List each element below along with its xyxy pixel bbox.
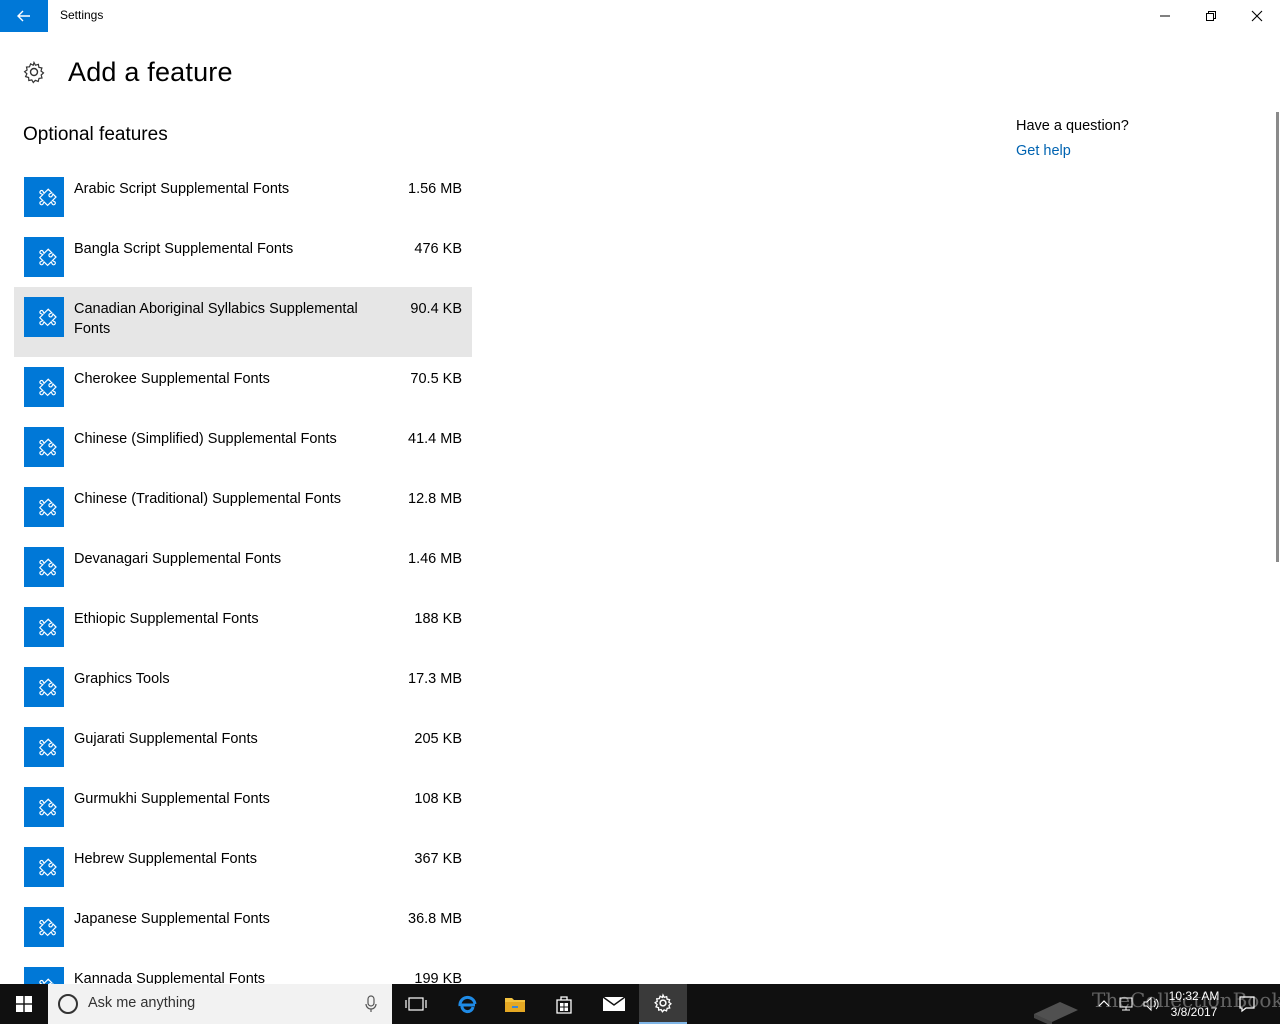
feature-name: Japanese Supplemental Fonts	[74, 911, 270, 927]
puzzle-icon	[24, 237, 64, 277]
gear-icon	[654, 993, 672, 1013]
feature-size: 367 KB	[414, 851, 462, 867]
feature-name: Chinese (Traditional) Supplemental Fonts	[74, 491, 342, 507]
puzzle-icon	[24, 847, 64, 887]
get-help-link[interactable]: Get help	[1016, 143, 1129, 159]
settings-taskbar-button[interactable]	[639, 984, 687, 1024]
list-item[interactable]: Chinese (Traditional) Supplemental Fonts…	[14, 477, 472, 537]
list-item[interactable]: Graphics Tools 17.3 MB	[14, 657, 472, 717]
feature-size: 108 KB	[414, 791, 462, 807]
taskbar: Ask me anything TheCollectionBook 10:32 …	[0, 984, 1280, 1024]
list-item[interactable]: Gujarati Supplemental Fonts 205 KB	[14, 717, 472, 777]
help-panel: Have a question? Get help	[1016, 118, 1129, 159]
feature-size: 205 KB	[414, 731, 462, 747]
minimize-button[interactable]	[1142, 0, 1188, 32]
edge-button[interactable]	[443, 984, 491, 1024]
search-placeholder: Ask me anything	[88, 995, 196, 1011]
feature-size: 17.3 MB	[408, 671, 462, 687]
clock-date: 3/8/2017	[1170, 1005, 1218, 1019]
feature-name: Chinese (Simplified) Supplemental Fonts	[74, 431, 337, 447]
feature-list: Arabic Script Supplemental Fonts 1.56 MB…	[14, 167, 472, 1017]
puzzle-icon	[24, 667, 64, 707]
puzzle-icon	[24, 367, 64, 407]
close-button[interactable]	[1234, 0, 1280, 32]
minimize-icon	[1160, 15, 1170, 17]
clock-time: 10:32 AM	[1168, 989, 1220, 1003]
book-logo-icon	[1034, 1002, 1078, 1024]
feature-name: Gujarati Supplemental Fonts	[74, 731, 258, 747]
puzzle-icon	[24, 547, 64, 587]
window-title: Settings	[60, 8, 104, 22]
help-question: Have a question?	[1016, 118, 1129, 134]
windows-logo-icon	[16, 996, 32, 1012]
feature-size: 41.4 MB	[408, 431, 462, 447]
title-bar: Settings	[0, 0, 1280, 32]
feature-name: Graphics Tools	[74, 671, 170, 687]
feature-name: Hebrew Supplemental Fonts	[74, 851, 257, 867]
mail-icon	[602, 996, 626, 1011]
puzzle-icon	[24, 487, 64, 527]
feature-name: Arabic Script Supplemental Fonts	[74, 181, 290, 197]
feature-name: Ethiopic Supplemental Fonts	[74, 611, 259, 627]
list-item[interactable]: Cherokee Supplemental Fonts 70.5 KB	[14, 357, 472, 417]
page-title: Add a feature	[68, 56, 233, 87]
feature-size: 90.4 KB	[410, 301, 462, 317]
section-title: Optional features	[23, 124, 168, 145]
start-button[interactable]	[0, 984, 48, 1024]
task-view-icon	[405, 997, 427, 1011]
chevron-up-icon[interactable]	[1098, 998, 1110, 1008]
feature-name: Cherokee Supplemental Fonts	[74, 371, 270, 387]
microphone-icon[interactable]	[364, 994, 378, 1014]
feature-size: 70.5 KB	[410, 371, 462, 387]
puzzle-icon	[24, 177, 64, 217]
store-button[interactable]	[540, 984, 588, 1024]
notification-icon[interactable]	[1238, 995, 1256, 1013]
restore-button[interactable]	[1188, 0, 1234, 32]
store-bag-icon	[556, 996, 572, 1014]
restore-icon	[1206, 11, 1216, 21]
cortana-icon	[58, 994, 78, 1014]
puzzle-icon	[24, 427, 64, 467]
puzzle-icon	[24, 607, 64, 647]
puzzle-icon	[24, 787, 64, 827]
gear-icon	[23, 60, 45, 84]
edge-icon	[458, 995, 477, 1014]
folder-icon	[505, 998, 525, 1012]
list-item[interactable]: Bangla Script Supplemental Fonts 476 KB	[14, 227, 472, 287]
clock[interactable]: 10:32 AM 3/8/2017	[1164, 988, 1224, 1020]
list-item[interactable]: Arabic Script Supplemental Fonts 1.56 MB	[14, 167, 472, 227]
list-item-selected[interactable]: Canadian Aboriginal Syllabics Supplement…	[14, 287, 472, 357]
close-icon	[1251, 10, 1263, 22]
network-icon[interactable]	[1118, 996, 1134, 1012]
puzzle-icon	[24, 727, 64, 767]
list-item[interactable]: Gurmukhi Supplemental Fonts 108 KB	[14, 777, 472, 837]
feature-size: 1.56 MB	[408, 181, 462, 197]
back-arrow-icon	[17, 10, 30, 22]
feature-name: Canadian Aboriginal Syllabics Supplement…	[74, 301, 358, 337]
list-item[interactable]: Chinese (Simplified) Supplemental Fonts …	[14, 417, 472, 477]
feature-size: 12.8 MB	[408, 491, 462, 507]
feature-size: 476 KB	[414, 241, 462, 257]
page-header: Add a feature	[22, 56, 233, 88]
feature-name: Bangla Script Supplemental Fonts	[74, 241, 294, 257]
list-item[interactable]: Devanagari Supplemental Fonts 1.46 MB	[14, 537, 472, 597]
list-item[interactable]: Hebrew Supplemental Fonts 367 KB	[14, 837, 472, 897]
list-item[interactable]: Ethiopic Supplemental Fonts 188 KB	[14, 597, 472, 657]
file-explorer-button[interactable]	[491, 984, 539, 1024]
puzzle-icon	[24, 907, 64, 947]
task-view-button[interactable]	[392, 984, 440, 1024]
feature-name: Devanagari Supplemental Fonts	[74, 551, 282, 567]
cortana-search-box[interactable]: Ask me anything	[48, 984, 392, 1024]
feature-size: 188 KB	[414, 611, 462, 627]
scrollbar[interactable]	[1276, 112, 1279, 562]
feature-size: 36.8 MB	[408, 911, 462, 927]
puzzle-icon	[24, 297, 64, 337]
feature-size: 1.46 MB	[408, 551, 462, 567]
back-button[interactable]	[0, 0, 48, 32]
volume-icon[interactable]	[1142, 996, 1160, 1012]
list-item[interactable]: Japanese Supplemental Fonts 36.8 MB	[14, 897, 472, 957]
mail-button[interactable]	[590, 984, 638, 1024]
feature-name: Gurmukhi Supplemental Fonts	[74, 791, 270, 807]
